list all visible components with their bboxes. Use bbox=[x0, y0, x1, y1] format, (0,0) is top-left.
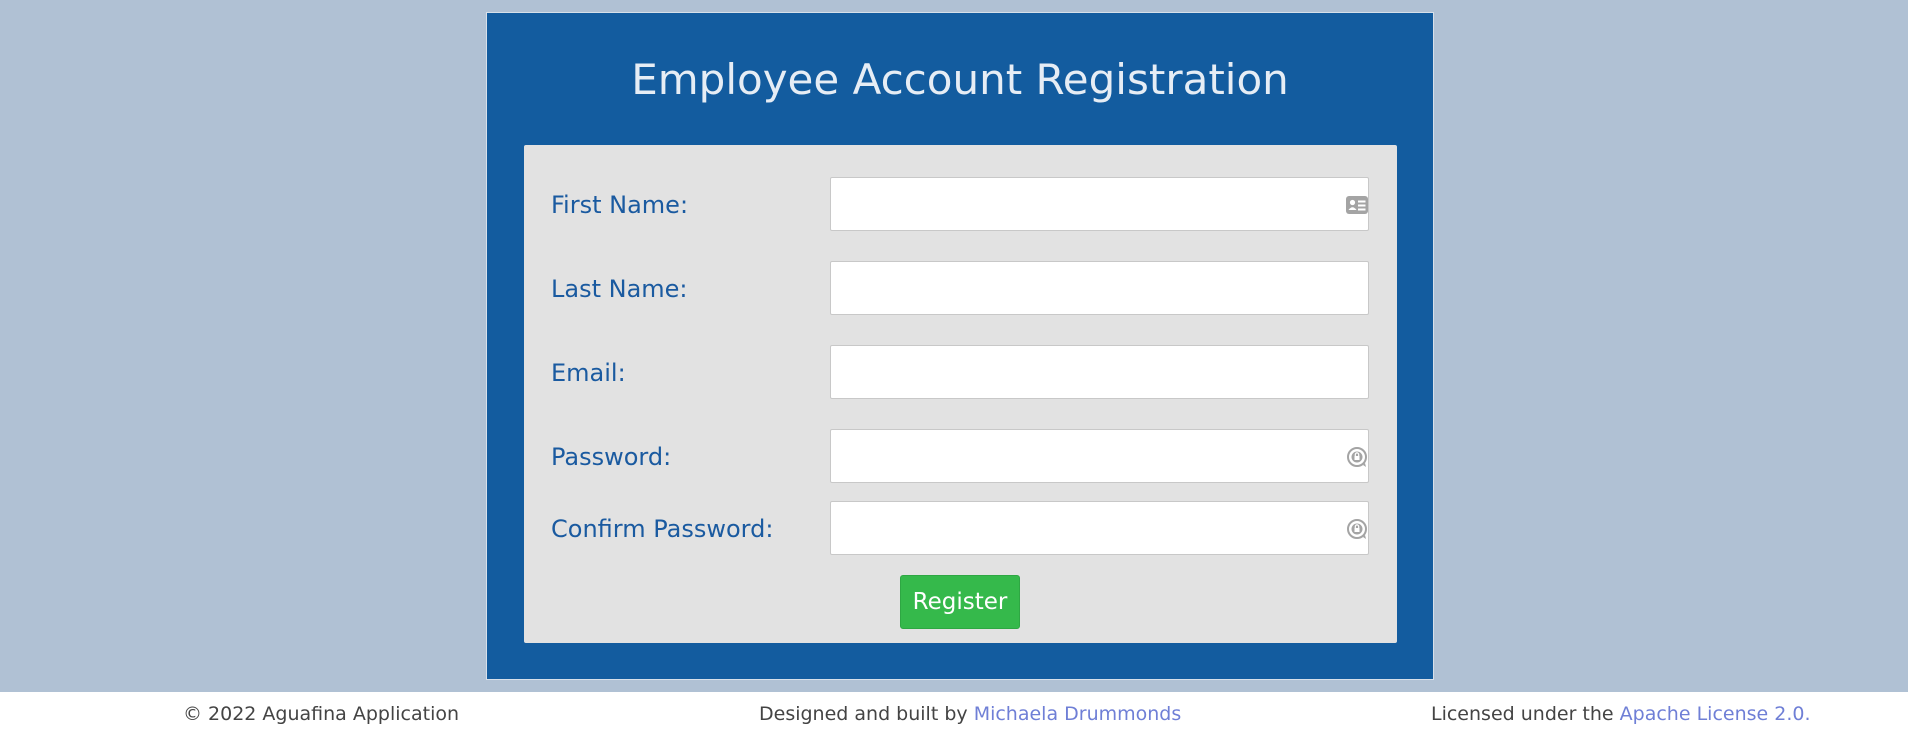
last-name-input[interactable] bbox=[830, 261, 1369, 315]
confirm-password-input[interactable] bbox=[830, 501, 1369, 555]
email-input[interactable] bbox=[830, 345, 1369, 399]
email-label: Email: bbox=[551, 359, 626, 387]
password-label: Password: bbox=[551, 443, 672, 471]
password-manager-icon[interactable] bbox=[1345, 518, 1369, 540]
password-manager-icon[interactable] bbox=[1345, 446, 1369, 468]
license-prefix: Licensed under the bbox=[1431, 703, 1614, 725]
license-text: Licensed under the Apache License 2.0. bbox=[1431, 692, 1811, 736]
first-name-input[interactable] bbox=[830, 177, 1369, 231]
page-title: Employee Account Registration bbox=[631, 55, 1289, 104]
registration-form: First Name: Last Name: Email: Password: … bbox=[524, 145, 1397, 643]
credit-text: Designed and built by Michaela Drummonds bbox=[759, 692, 1181, 736]
contact-card-icon[interactable] bbox=[1345, 194, 1369, 216]
last-name-row: Last Name: bbox=[524, 261, 1397, 317]
email-row: Email: bbox=[524, 345, 1397, 401]
confirm-password-row: Confirm Password: bbox=[524, 501, 1397, 557]
copyright-text: © 2022 Aguafina Application bbox=[183, 703, 460, 725]
last-name-label: Last Name: bbox=[551, 275, 688, 303]
password-row: Password: bbox=[524, 429, 1397, 485]
license-link[interactable]: Apache License 2.0. bbox=[1620, 703, 1811, 725]
author-link[interactable]: Michaela Drummonds bbox=[974, 703, 1182, 725]
first-name-label: First Name: bbox=[551, 191, 689, 219]
credit-prefix: Designed and built by bbox=[759, 703, 968, 725]
registration-card: Employee Account Registration First Name… bbox=[486, 12, 1434, 680]
footer: © 2022 Aguafina Application Designed and… bbox=[0, 692, 1908, 736]
register-button[interactable]: Register bbox=[900, 575, 1020, 629]
first-name-row: First Name: bbox=[524, 177, 1397, 233]
confirm-password-label: Confirm Password: bbox=[551, 515, 774, 543]
password-input[interactable] bbox=[830, 429, 1369, 483]
